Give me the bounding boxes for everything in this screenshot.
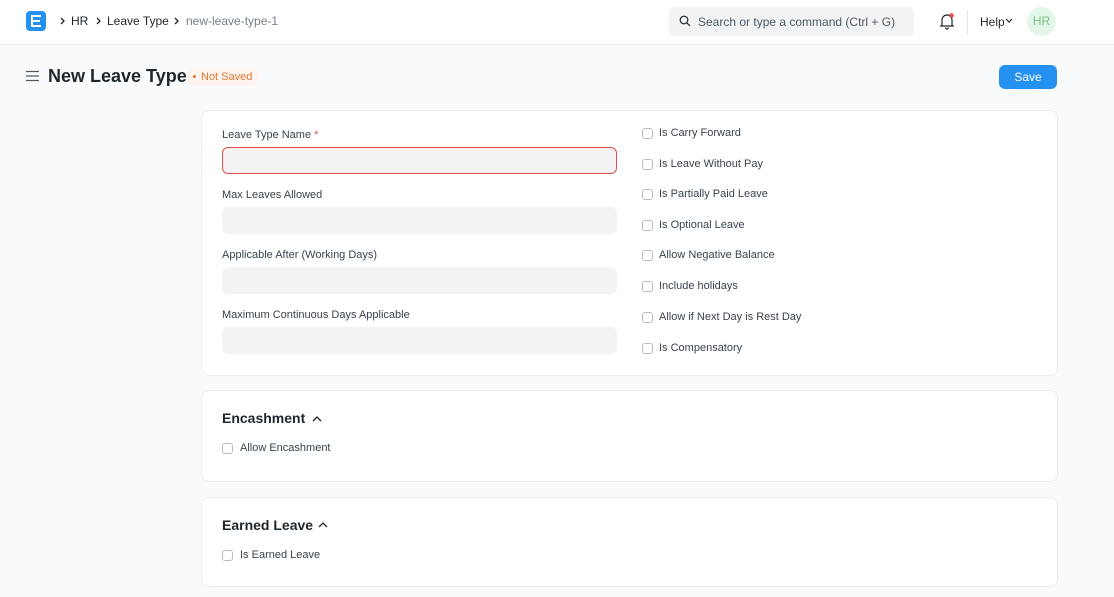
- checkbox-box[interactable]: [642, 220, 653, 231]
- chevron-down-icon: [1005, 18, 1013, 23]
- leave-type-details-card: Leave Type Name * Max Leaves Allowed App…: [201, 110, 1058, 376]
- earned-leave-section-title[interactable]: Earned Leave: [222, 517, 313, 533]
- checkbox-label: Is Partially Paid Leave: [659, 188, 768, 200]
- search-icon: [679, 15, 691, 27]
- app-logo-icon: [31, 15, 41, 27]
- max-leaves-allowed-label: Max Leaves Allowed: [222, 189, 323, 201]
- encashment-section: Encashment Allow Encashment: [201, 390, 1058, 482]
- page-title: New Leave Type: [48, 66, 187, 86]
- chevron-right-icon: [174, 17, 179, 25]
- status-badge: Not Saved: [186, 68, 260, 86]
- max-continuous-days-label: Maximum Continuous Days Applicable: [222, 309, 410, 321]
- checkbox-box[interactable]: [642, 159, 653, 170]
- breadcrumb-hr[interactable]: HR: [71, 14, 88, 28]
- chevron-up-icon[interactable]: [318, 521, 328, 528]
- chevron-up-icon[interactable]: [312, 415, 322, 422]
- checkbox-label: Include holidays: [659, 280, 738, 292]
- chevron-right-icon: [96, 17, 101, 25]
- checkbox-box[interactable]: [642, 343, 653, 354]
- search-input[interactable]: Search or type a command (Ctrl + G): [698, 15, 895, 29]
- chevron-right-icon: [60, 17, 65, 25]
- checkbox-box[interactable]: [642, 281, 653, 292]
- checkbox-label: Allow if Next Day is Rest Day: [659, 311, 802, 323]
- leave-type-name-label: Leave Type Name *: [222, 129, 319, 141]
- save-button[interactable]: Save: [999, 65, 1057, 89]
- checkbox-label: Is Compensatory: [659, 342, 743, 354]
- avatar[interactable]: HR: [1027, 7, 1056, 36]
- breadcrumb-leave-type[interactable]: Leave Type: [107, 14, 169, 28]
- checkbox-box[interactable]: [642, 312, 653, 323]
- checkbox-box[interactable]: [222, 550, 233, 561]
- help-menu[interactable]: Help: [980, 15, 1005, 29]
- max-leaves-allowed-input[interactable]: [222, 207, 617, 234]
- checkbox-box[interactable]: [642, 128, 653, 139]
- nav-divider: [967, 10, 968, 34]
- checkbox-label: Allow Negative Balance: [659, 249, 775, 261]
- applicable-after-label: Applicable After (Working Days): [222, 249, 378, 261]
- checkbox-box[interactable]: [642, 189, 653, 200]
- checkbox-label: Is Earned Leave: [240, 549, 321, 561]
- navbar: HR Leave Type new-leave-type-1 Search or…: [0, 0, 1114, 45]
- breadcrumb-current: new-leave-type-1: [186, 14, 279, 28]
- checkbox-label: Is Leave Without Pay: [659, 158, 763, 170]
- checkbox-label: Is Optional Leave: [659, 219, 745, 231]
- checkbox-box[interactable]: [222, 443, 233, 454]
- search-bar[interactable]: Search or type a command (Ctrl + G): [669, 7, 914, 36]
- checkbox-label: Allow Encashment: [240, 442, 331, 454]
- checkbox-label: Is Carry Forward: [659, 127, 741, 139]
- leave-type-name-input[interactable]: [222, 147, 617, 174]
- status-dot: [193, 74, 196, 78]
- applicable-after-input[interactable]: [222, 267, 617, 294]
- notification-bell-icon[interactable]: [939, 12, 955, 30]
- status-text: Not Saved: [201, 71, 253, 83]
- sidebar-toggle-icon[interactable]: [26, 70, 39, 82]
- checkbox-box[interactable]: [642, 250, 653, 261]
- earned-leave-section: Earned Leave Is Earned Leave: [201, 497, 1058, 587]
- app-logo[interactable]: [26, 11, 46, 31]
- encashment-section-title[interactable]: Encashment: [222, 410, 305, 426]
- max-continuous-days-input[interactable]: [222, 327, 617, 354]
